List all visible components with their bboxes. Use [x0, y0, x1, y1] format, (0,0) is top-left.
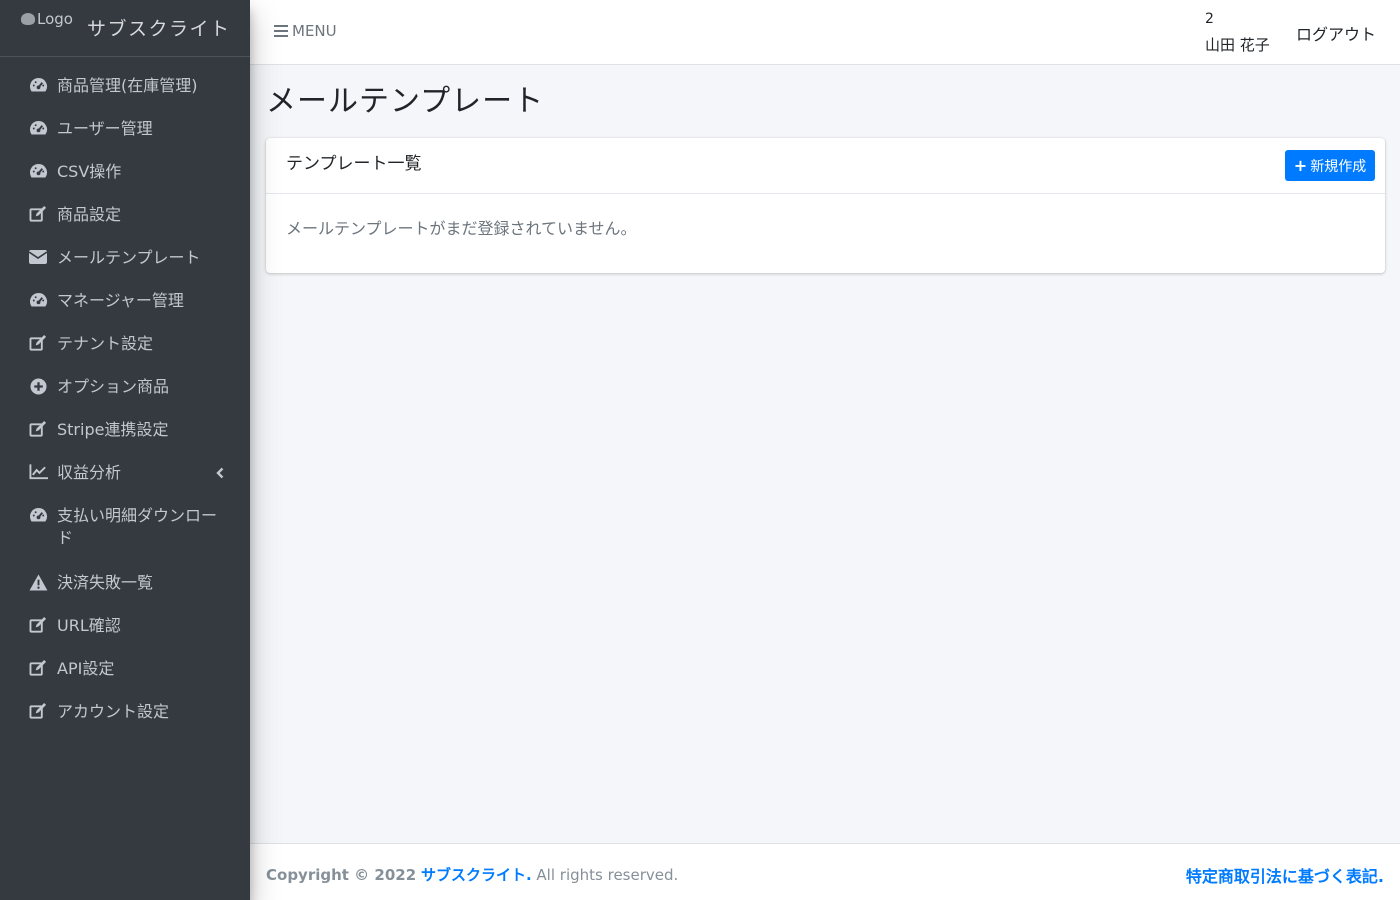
- envelope-icon: [28, 247, 48, 267]
- sidebar: Logo サブスクライト 商品管理(在庫管理) ユーザー管理 CSV操作 商品設…: [0, 0, 250, 900]
- edit-icon: [28, 419, 48, 439]
- sidebar-nav: 商品管理(在庫管理) ユーザー管理 CSV操作 商品設定 メールテンプレート マ…: [0, 57, 250, 732]
- sidebar-item-label: テナント設定: [57, 334, 154, 353]
- chevron-left-icon: [216, 467, 224, 483]
- sidebar-item-payment-failures[interactable]: 決済失敗一覧: [0, 560, 250, 603]
- edit-icon: [28, 615, 48, 635]
- user-id: 2: [1205, 11, 1214, 27]
- sidebar-item-stripe[interactable]: Stripe連携設定: [0, 407, 250, 450]
- edit-icon: [28, 658, 48, 678]
- sidebar-item-mail-templates[interactable]: メールテンプレート: [0, 235, 250, 278]
- new-template-button[interactable]: + 新規作成: [1285, 150, 1375, 181]
- edit-icon: [28, 701, 48, 721]
- sidebar-item-tenant-settings[interactable]: テナント設定: [0, 321, 250, 364]
- sidebar-item-product-settings[interactable]: 商品設定: [0, 192, 250, 235]
- sidebar-item-revenue-analysis[interactable]: 収益分析: [0, 450, 250, 493]
- brand[interactable]: Logo サブスクライト: [0, 0, 250, 57]
- sidebar-item-url-check[interactable]: URL確認: [0, 603, 250, 646]
- sidebar-item-option-products[interactable]: オプション商品: [0, 364, 250, 407]
- plus-circle-icon: [28, 376, 48, 396]
- sidebar-item-users[interactable]: ユーザー管理: [0, 106, 250, 149]
- legal-notice-link[interactable]: 特定商取引法に基づく表記.: [1186, 863, 1384, 887]
- sidebar-item-label: ユーザー管理: [57, 119, 153, 138]
- card-title: テンプレート一覧: [286, 154, 422, 174]
- dashboard-gauge-icon: [28, 161, 48, 181]
- sidebar-item-managers[interactable]: マネージャー管理: [0, 278, 250, 321]
- plus-icon: +: [1293, 156, 1308, 175]
- sidebar-item-api-settings[interactable]: API設定: [0, 646, 250, 689]
- logout-link[interactable]: ログアウト: [1296, 21, 1376, 45]
- warning-icon: [28, 572, 48, 592]
- sidebar-item-label: アカウント設定: [57, 702, 170, 721]
- copyright-prefix: Copyright © 2022: [266, 866, 417, 884]
- brand-name: サブスクライト: [87, 18, 231, 40]
- sidebar-item-label: オプション商品: [57, 377, 170, 396]
- sidebar-item-label: 商品管理(在庫管理): [57, 76, 198, 95]
- dashboard-gauge-icon: [28, 118, 48, 138]
- dashboard-gauge-icon: [28, 290, 48, 310]
- edit-icon: [28, 333, 48, 353]
- rights-text: All rights reserved.: [536, 866, 679, 884]
- sidebar-item-payment-download[interactable]: 支払い明細ダウンロード: [0, 493, 250, 560]
- sidebar-item-label: API設定: [57, 659, 115, 678]
- copyright: Copyright © 2022 サブスクライト. All rights res…: [266, 864, 678, 885]
- page-title: メールテンプレート: [266, 84, 545, 119]
- sidebar-item-label: Stripe連携設定: [57, 420, 169, 439]
- sidebar-item-label: メールテンプレート: [57, 248, 201, 267]
- menu-label: MENU: [292, 22, 337, 40]
- empty-state-message: メールテンプレートがまだ登録されていません。: [286, 219, 637, 238]
- sidebar-item-label: CSV操作: [57, 162, 122, 181]
- top-navbar: MENU 2 山田 花子 ログアウト: [250, 0, 1400, 65]
- edit-icon: [28, 204, 48, 224]
- sidebar-item-account-settings[interactable]: アカウント設定: [0, 689, 250, 732]
- template-list-card: テンプレート一覧 + 新規作成 メールテンプレートがまだ登録されていません。: [266, 138, 1385, 273]
- broken-image-icon: [21, 13, 35, 25]
- footer-brand-link[interactable]: サブスクライト.: [421, 866, 532, 884]
- sidebar-item-label: 決済失敗一覧: [57, 573, 154, 592]
- card-header: テンプレート一覧 + 新規作成: [266, 138, 1385, 194]
- sidebar-item-csv[interactable]: CSV操作: [0, 149, 250, 192]
- sidebar-item-label: 商品設定: [57, 205, 122, 224]
- new-template-button-label: 新規作成: [1310, 158, 1367, 175]
- sidebar-item-label: 支払い明細ダウンロード: [57, 506, 218, 547]
- menu-toggle-button[interactable]: MENU: [274, 22, 337, 40]
- footer: Copyright © 2022 サブスクライト. All rights res…: [250, 843, 1400, 900]
- dashboard-gauge-icon: [28, 75, 48, 95]
- sidebar-item-label: 収益分析: [57, 463, 122, 482]
- user-name: 山田 花子: [1205, 36, 1270, 54]
- brand-logo-alt: Logo: [37, 10, 73, 28]
- sidebar-item-label: URL確認: [57, 616, 121, 635]
- hamburger-icon: [274, 25, 288, 37]
- dashboard-gauge-icon: [28, 505, 48, 525]
- sidebar-item-products[interactable]: 商品管理(在庫管理): [0, 63, 250, 106]
- brand-logo: Logo: [21, 10, 73, 28]
- sidebar-item-label: マネージャー管理: [57, 291, 184, 310]
- line-chart-icon: [28, 462, 48, 482]
